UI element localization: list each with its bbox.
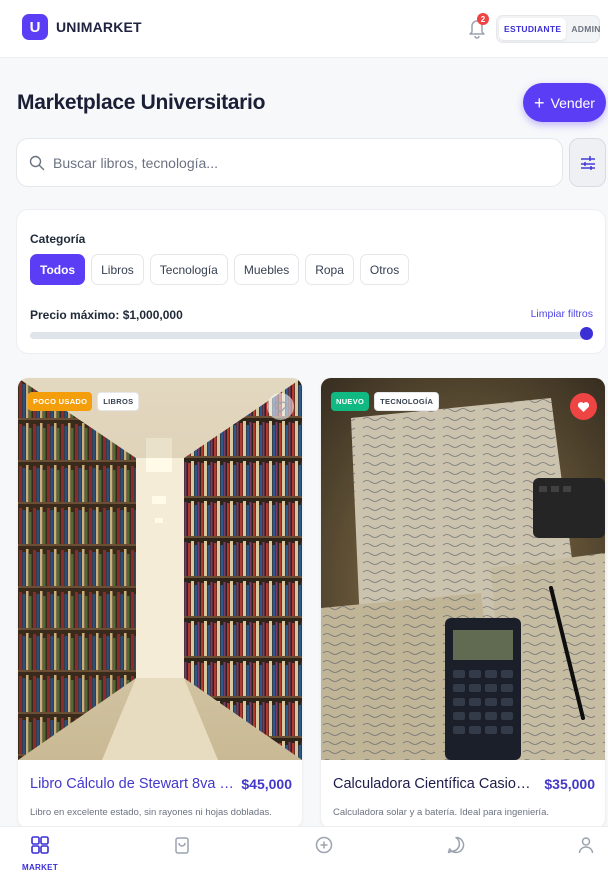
- notification-badge: 2: [477, 13, 489, 25]
- logo-icon: U: [22, 14, 48, 40]
- favorite-button[interactable]: [267, 393, 294, 420]
- filter-toggle-button[interactable]: [569, 138, 606, 187]
- plus-icon: +: [534, 92, 545, 113]
- user-icon: [578, 837, 594, 854]
- sliders-icon: [580, 155, 595, 170]
- plus-circle-icon: [315, 836, 333, 854]
- product-price: $35,000: [544, 776, 595, 792]
- product-image-library: [18, 378, 302, 760]
- product-description: Calculadora solar y a batería. Ideal par…: [333, 807, 549, 818]
- condition-badge: NUEVO: [331, 392, 370, 411]
- product-description: Libro en excelente estado, sin rayones n…: [30, 807, 272, 818]
- search-icon: [29, 155, 45, 170]
- nav-purchases[interactable]: [162, 835, 202, 855]
- nav-market[interactable]: MARKET: [20, 835, 60, 872]
- page-title: Marketplace Universitario: [17, 91, 266, 114]
- product-price: $45,000: [241, 776, 292, 792]
- category-chip-libros[interactable]: Libros: [91, 254, 144, 285]
- product-title[interactable]: Calculadora Científica Casio FX-991: [333, 776, 533, 792]
- sell-button[interactable]: + Vender: [523, 83, 606, 122]
- grid-icon: [31, 836, 49, 854]
- nav-market-label: MARKET: [21, 863, 59, 872]
- category-chip-todos[interactable]: Todos: [30, 254, 86, 285]
- search-placeholder: Buscar libros, tecnología...: [53, 154, 218, 171]
- search-input[interactable]: Buscar libros, tecnología...: [16, 138, 563, 187]
- clear-filters-link[interactable]: Limpiar filtros: [531, 308, 593, 320]
- product-card[interactable]: NUEVO TECNOLOGÍA Calculadora Científica …: [321, 378, 605, 828]
- condition-badge: POCO USADO: [28, 392, 93, 411]
- top-bar: U UNIMARKET 2 ESTUDIANTE ADMIN: [0, 0, 608, 58]
- category-chip-muebles[interactable]: Muebles: [233, 254, 300, 285]
- product-badges: NUEVO TECNOLOGÍA: [331, 392, 440, 411]
- role-switch: ESTUDIANTE ADMIN: [496, 15, 600, 43]
- max-price-label: Precio máximo: $1,000,000: [30, 308, 183, 322]
- category-chip-ropa[interactable]: Ropa: [305, 254, 354, 285]
- nav-chat[interactable]: [436, 835, 476, 855]
- heart-filled-icon: [577, 401, 590, 412]
- role-student-button[interactable]: ESTUDIANTE: [499, 18, 567, 40]
- category-badge: LIBROS: [97, 392, 140, 411]
- bag-icon: [175, 837, 189, 854]
- category-badge: TECNOLOGÍA: [374, 392, 440, 411]
- price-slider-thumb[interactable]: [580, 327, 593, 340]
- price-slider-track[interactable]: [30, 332, 593, 339]
- heart-outline-icon: [274, 400, 287, 413]
- nav-profile[interactable]: [566, 835, 606, 855]
- product-image-calculator: [321, 378, 605, 760]
- nav-publish[interactable]: [304, 835, 344, 855]
- sell-button-label: Vender: [550, 94, 595, 111]
- bottom-nav: MARKET: [0, 826, 608, 875]
- product-badges: POCO USADO LIBROS: [28, 392, 140, 411]
- role-admin-button[interactable]: ADMIN: [566, 18, 605, 40]
- brand-name: UNIMARKET: [56, 19, 142, 35]
- category-label: Categoría: [30, 232, 86, 246]
- filter-panel: Categoría Todos Libros Tecnología Mueble…: [16, 209, 606, 354]
- product-title[interactable]: Libro Cálculo de Stewart 8va Ed.: [30, 776, 235, 792]
- chat-icon: [447, 836, 465, 854]
- category-chip-tecnologia[interactable]: Tecnología: [149, 254, 228, 285]
- favorite-button[interactable]: [570, 393, 597, 420]
- category-chips: Todos Libros Tecnología Muebles Ropa Otr…: [30, 254, 410, 285]
- category-chip-otros[interactable]: Otros: [359, 254, 410, 285]
- product-card[interactable]: POCO USADO LIBROS Libro Cálculo de Stewa…: [18, 378, 302, 828]
